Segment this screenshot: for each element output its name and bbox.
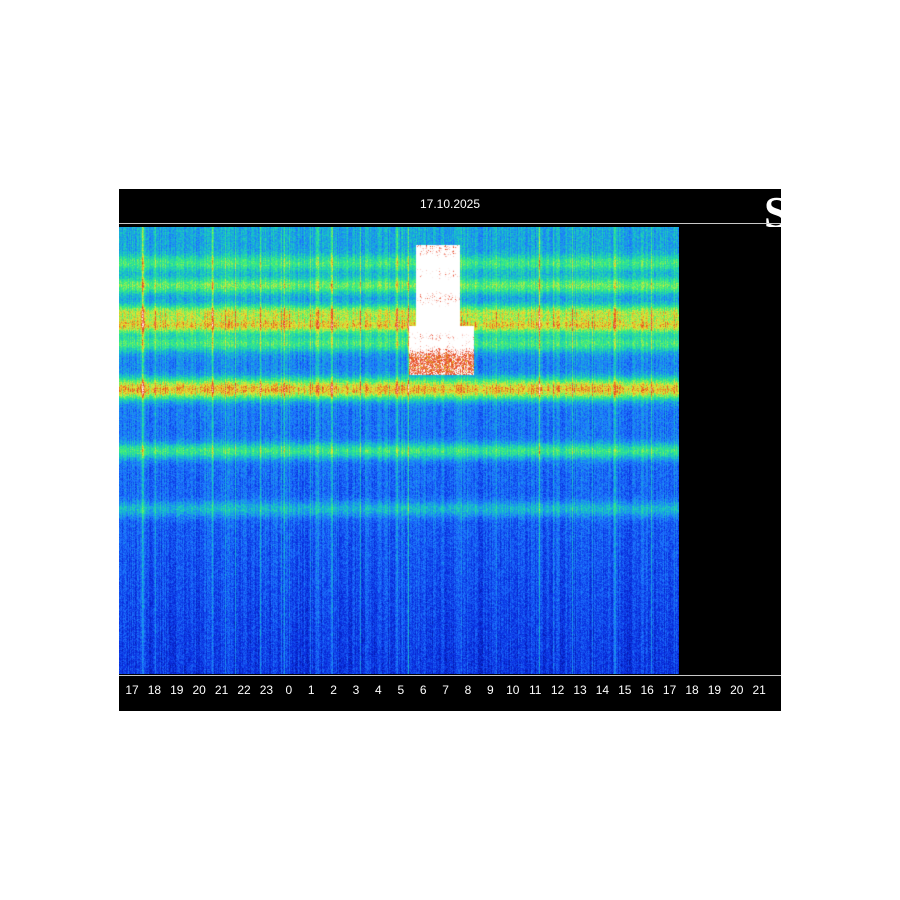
x-tick-label: 19 — [170, 683, 184, 697]
date-header: 17.10.2025 S — [119, 189, 781, 237]
x-tick-label: 5 — [397, 683, 405, 697]
x-tick-label: 13 — [573, 683, 587, 697]
x-tick-label: 21 — [214, 683, 229, 697]
x-tick-label: 19 — [707, 683, 722, 697]
x-tick-label: 12 — [550, 683, 565, 697]
x-tick-label: 15 — [618, 683, 632, 697]
x-tick-label: 18 — [147, 683, 162, 697]
x-tick-label: 11 — [528, 683, 542, 697]
x-tick-label: 9 — [487, 683, 494, 697]
spectrogram-plot — [119, 227, 679, 674]
x-tick-label: 17 — [662, 683, 677, 697]
no-data-area — [679, 227, 781, 674]
x-tick-label: 20 — [730, 683, 744, 697]
x-tick-label: 8 — [464, 683, 472, 697]
x-tick-label: 3 — [352, 683, 360, 697]
x-tick-label: 20 — [192, 683, 206, 697]
x-tick-label: 18 — [685, 683, 699, 697]
x-tick-label: 22 — [237, 683, 251, 697]
header-divider — [119, 223, 781, 224]
x-tick-label: 6 — [419, 683, 427, 697]
spectrogram-frame: 17.10.2025 S 17 18 19 20 21 22 23 0 1 2 3 4 5 6 7 8 9 10 1… — [119, 189, 781, 711]
x-tick-label: 1 — [307, 683, 315, 697]
x-tick-label: 10 — [506, 683, 520, 697]
x-tick-label: 21 — [752, 683, 766, 697]
x-tick-label: 17 — [125, 683, 139, 697]
x-tick-label: 16 — [640, 683, 654, 697]
x-tick-label: 7 — [442, 683, 449, 697]
x-tick-label: 14 — [595, 683, 610, 697]
x-tick-label: 23 — [259, 683, 274, 697]
x-tick-label: 2 — [330, 683, 337, 697]
x-axis: 17 18 19 20 21 22 23 0 1 2 3 4 5 6 7 8 9 10 11 12 13 14 15 16 17… — [119, 676, 781, 711]
x-tick-label: 4 — [375, 683, 382, 697]
x-tick-label: 0 — [285, 683, 293, 697]
chart-title: 17.10.2025 — [419, 197, 481, 211]
